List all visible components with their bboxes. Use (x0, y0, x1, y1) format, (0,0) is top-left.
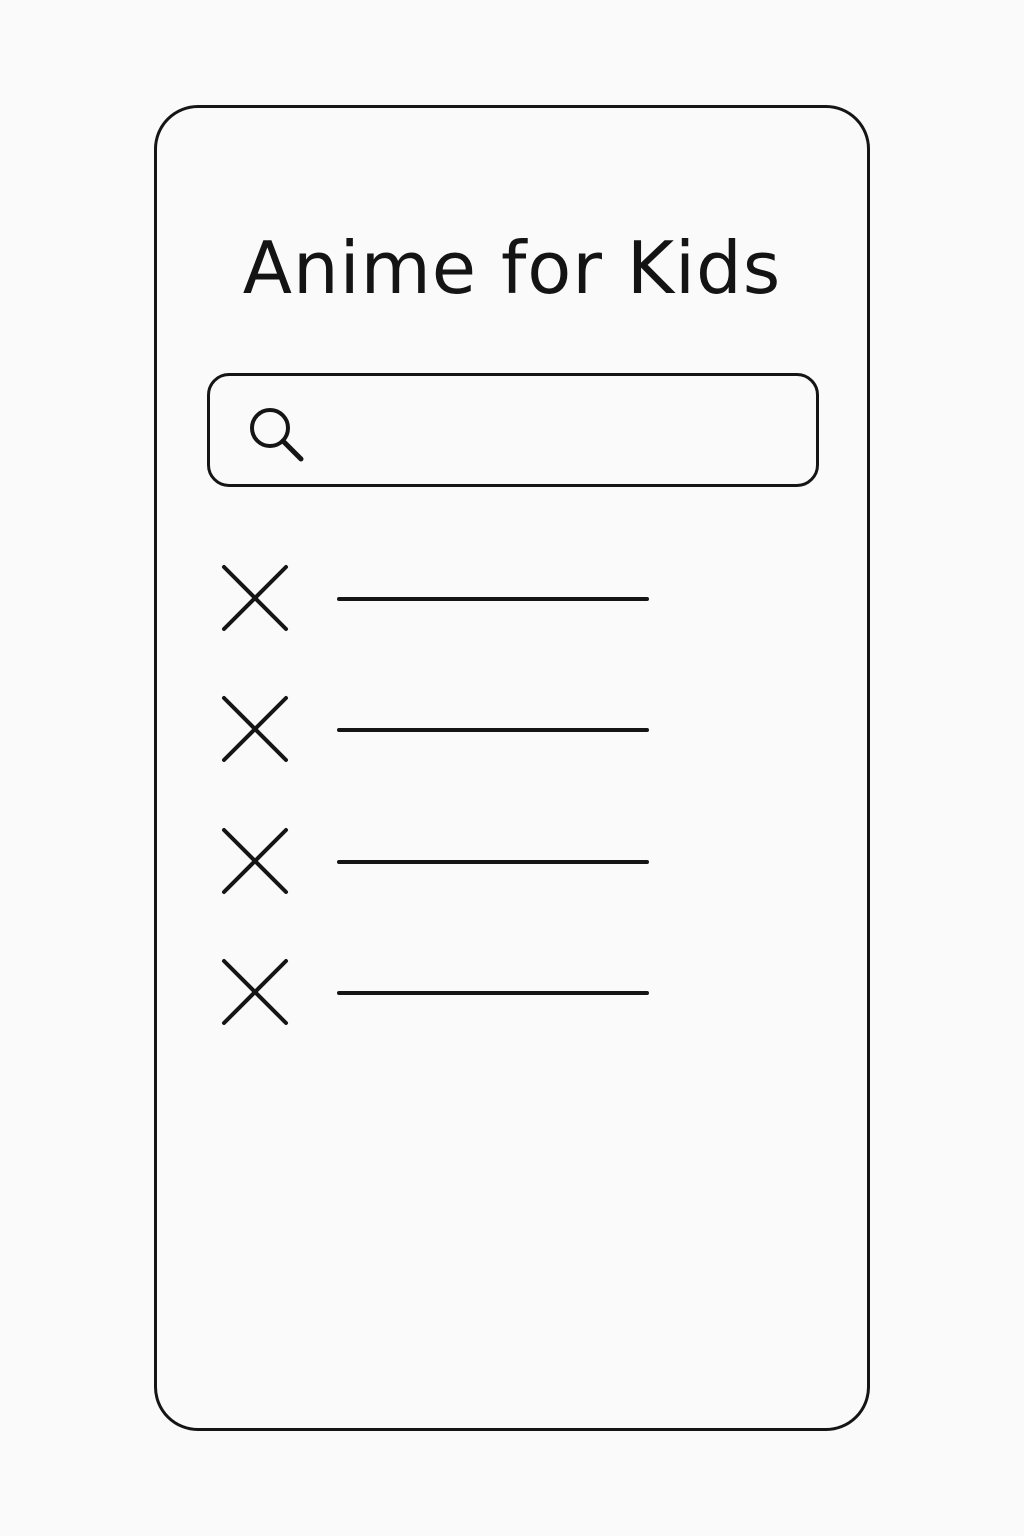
close-icon[interactable] (220, 826, 290, 896)
phone-frame: Anime for Kids (154, 105, 870, 1431)
list-item[interactable] (220, 826, 660, 896)
search-bar[interactable] (207, 373, 819, 487)
list-item-placeholder-line (337, 991, 649, 995)
search-input[interactable] (322, 398, 792, 462)
list-item[interactable] (220, 563, 660, 633)
close-icon[interactable] (220, 563, 290, 633)
close-icon[interactable] (220, 694, 290, 764)
search-icon[interactable] (242, 400, 312, 470)
page-title: Anime for Kids (242, 226, 782, 310)
list-item-placeholder-line (337, 597, 649, 601)
list-item[interactable] (220, 694, 660, 764)
list-item-placeholder-line (337, 728, 649, 732)
list-item[interactable] (220, 957, 660, 1027)
close-icon[interactable] (220, 957, 290, 1027)
list-item-placeholder-line (337, 860, 649, 864)
